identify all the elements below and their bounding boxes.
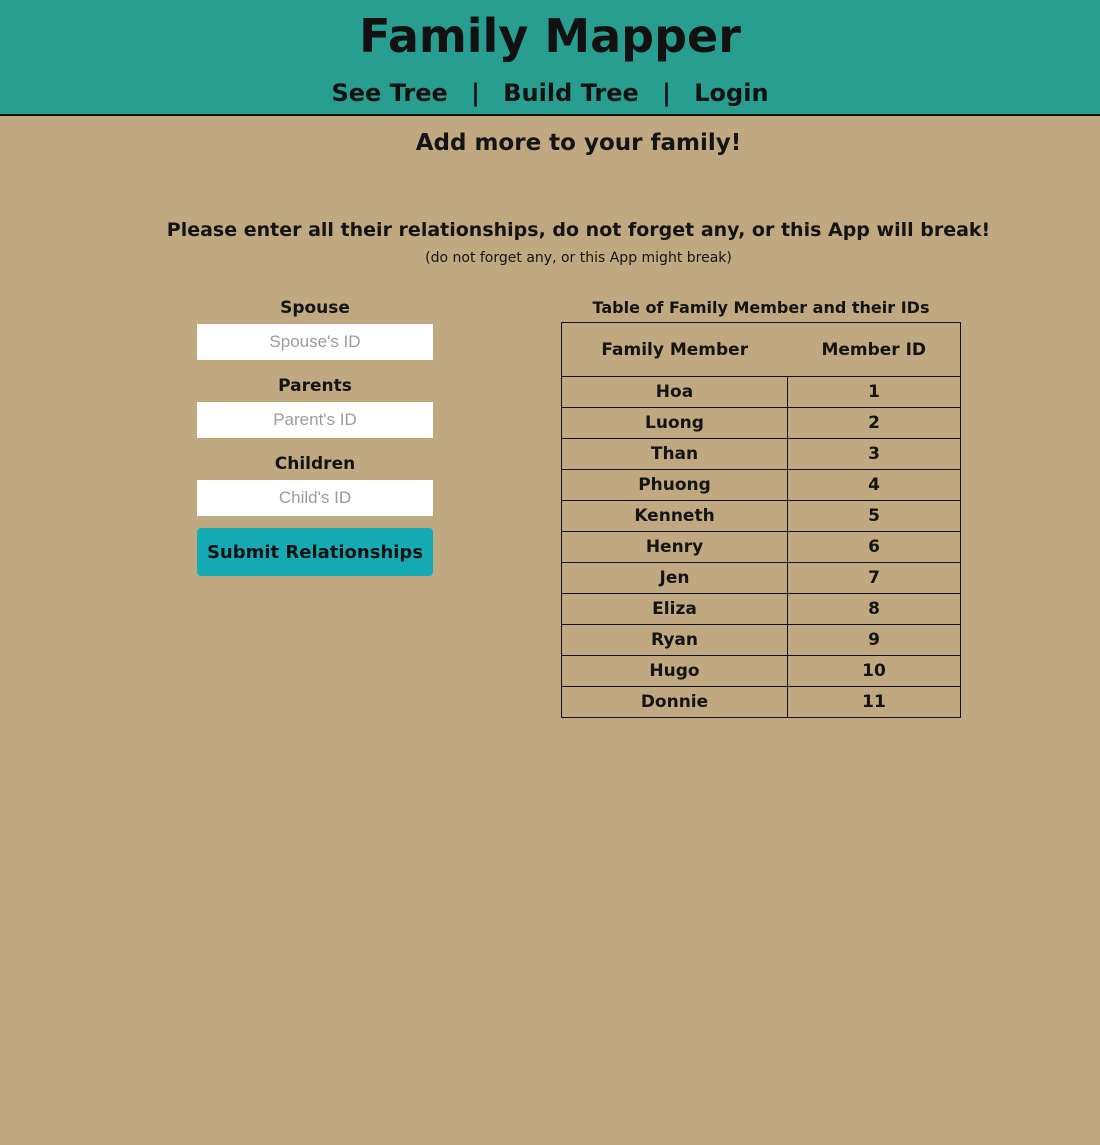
table-row: Hoa 1 [561,376,961,408]
submit-relationships-button[interactable]: Submit Relationships [197,528,433,576]
member-id-cell: 1 [787,376,961,408]
member-name-cell: Kenneth [561,500,788,532]
parent-id-input[interactable] [197,402,433,438]
member-id-cell: 6 [787,531,961,563]
member-id-cell: 5 [787,500,961,532]
member-name-cell: Luong [561,407,788,439]
member-name-cell: Ryan [561,624,788,656]
spouse-id-input[interactable] [197,324,433,360]
table-row: Henry 6 [561,531,961,563]
member-id-cell: 4 [787,469,961,501]
nav-build-tree-link[interactable]: Build Tree [503,79,639,107]
page-subtitle: Add more to your family! [415,130,742,156]
members-table: Family Member Member ID Hoa 1 Luong 2 Th… [561,322,961,718]
table-row: Ryan 9 [561,624,961,656]
member-name-cell: Eliza [561,593,788,625]
table-row: Donnie 11 [561,686,961,718]
relationship-warning-note: (do not forget any, or this App might br… [425,250,732,266]
member-name-cell: Jen [561,562,788,594]
member-name-cell: Than [561,438,788,470]
member-name-cell: Henry [561,531,788,563]
relationship-form: Spouse Parents Children Submit Relations… [197,294,433,576]
parents-label: Parents [278,376,352,396]
app-title: Family Mapper [359,9,741,63]
nav-see-tree-link[interactable]: See Tree [331,79,447,107]
children-label: Children [274,454,356,474]
table-row: Kenneth 5 [561,500,961,532]
member-id-cell: 10 [787,655,961,687]
member-id-cell: 2 [787,407,961,439]
column-header-family-member: Family Member [561,322,788,377]
member-id-cell: 7 [787,562,961,594]
child-id-input[interactable] [197,480,433,516]
member-name-cell: Donnie [561,686,788,718]
table-row: Luong 2 [561,407,961,439]
member-name-cell: Hoa [561,376,788,408]
members-table-section: Table of Family Member and their IDs Fam… [561,296,961,718]
nav-separator: | [662,79,671,107]
member-id-cell: 3 [787,438,961,470]
table-row: Eliza 8 [561,593,961,625]
table-row: Hugo 10 [561,655,961,687]
member-name-cell: Hugo [561,655,788,687]
column-header-member-id: Member ID [787,322,961,377]
table-header-row: Family Member Member ID [561,322,961,377]
main-nav: See Tree | Build Tree | Login [0,76,1100,110]
table-row: Than 3 [561,438,961,470]
nav-separator: | [471,79,480,107]
member-id-cell: 11 [787,686,961,718]
member-id-cell: 9 [787,624,961,656]
member-id-cell: 8 [787,593,961,625]
table-row: Phuong 4 [561,469,961,501]
member-name-cell: Phuong [561,469,788,501]
table-row: Jen 7 [561,562,961,594]
members-table-caption: Table of Family Member and their IDs [592,298,930,317]
relationship-warning: Please enter all their relationships, do… [166,219,991,241]
spouse-label: Spouse [280,298,350,318]
nav-login-link[interactable]: Login [694,79,768,107]
app-header: Family Mapper See Tree | Build Tree | Lo… [0,0,1100,116]
